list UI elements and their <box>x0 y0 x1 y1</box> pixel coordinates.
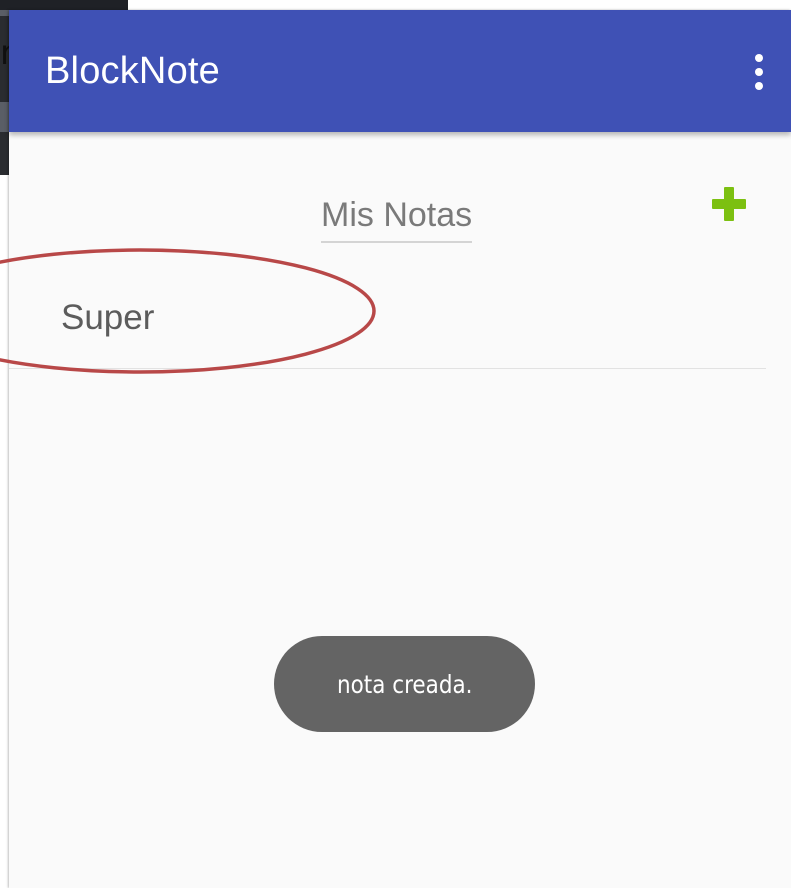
toast-text: nota creada. <box>336 669 473 699</box>
note-item-label: Super <box>61 298 155 337</box>
note-list-item[interactable]: Super <box>9 272 766 369</box>
add-note-button[interactable] <box>707 182 751 226</box>
plus-icon <box>712 187 746 221</box>
section-title: Mis Notas <box>321 196 473 243</box>
toast-message: nota creada. <box>274 636 535 732</box>
app-bar: BlockNote <box>9 10 791 132</box>
screenshot-root: m BlockNote Mis Notas Super nota creada. <box>0 0 791 888</box>
app-screen: BlockNote Mis Notas Super nota creada. <box>9 10 791 888</box>
app-title: BlockNote <box>45 50 220 92</box>
more-vert-icon[interactable] <box>743 48 773 96</box>
